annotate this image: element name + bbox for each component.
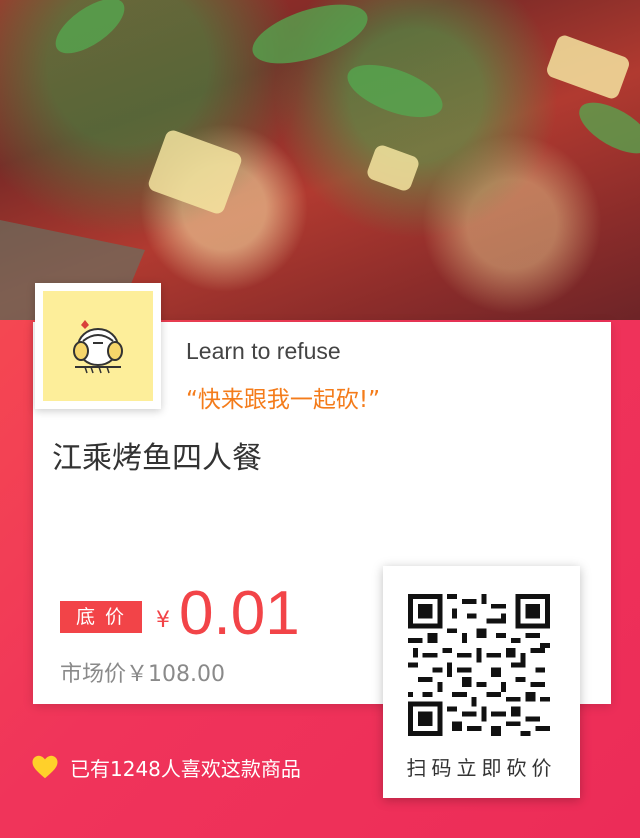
price-value: 0.01 [179,579,300,648]
avatar [35,283,161,409]
market-price: 市场价￥108.00 [60,662,225,687]
likes-row: 已有1248人喜欢这款商品 [30,752,301,782]
qr-box[interactable]: 扫码立即砍价 [383,566,580,798]
user-slogan: “快来跟我一起砍!” [186,387,381,413]
product-title: 江乘烤鱼四人餐 [52,441,262,476]
qr-code-icon[interactable] [408,594,550,736]
likes-text: 已有1248人喜欢这款商品 [70,756,301,781]
heart-icon [32,755,58,779]
user-name: Learn to refuse [186,338,341,364]
scan-to-bargain-label: 扫码立即砍价 [406,756,557,780]
cartoon-avatar-icon [73,320,123,374]
hero-image [0,0,640,320]
currency-symbol: ¥ [156,608,170,633]
price-badge: 底价 [60,601,142,633]
